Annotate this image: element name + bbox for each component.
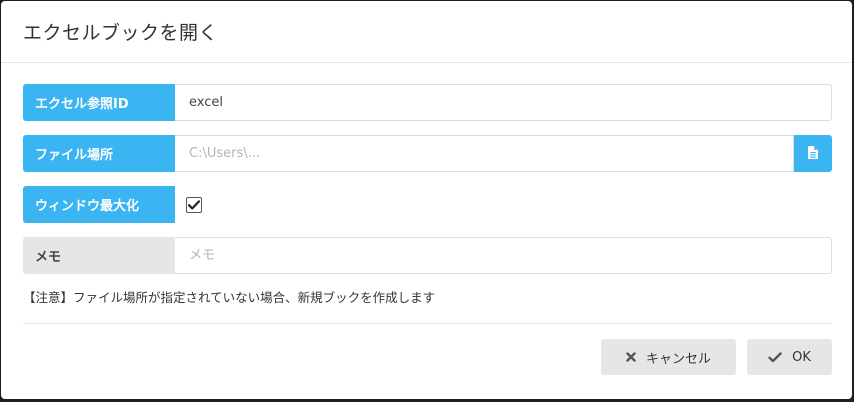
memo-input[interactable] <box>175 237 832 274</box>
excel-ref-input[interactable] <box>175 84 832 121</box>
maximize-row: ウィンドウ最大化 <box>23 186 832 223</box>
dialog-header: エクセルブックを開く <box>1 1 852 63</box>
file-location-label: ファイル場所 <box>23 135 175 172</box>
ok-button[interactable]: OK <box>747 339 832 375</box>
excel-ref-row: エクセル参照ID <box>23 84 832 121</box>
file-location-row: ファイル場所 <box>23 135 832 172</box>
maximize-label: ウィンドウ最大化 <box>23 186 175 223</box>
dialog-body: エクセル参照ID ファイル場所 ウィンドウ最大化 <box>23 84 832 310</box>
maximize-checkbox-wrap <box>175 186 832 223</box>
excel-ref-label: エクセル参照ID <box>23 84 175 121</box>
memo-row: メモ <box>23 237 832 274</box>
note-text: 【注意】ファイル場所が指定されていない場合、新規ブックを作成します <box>23 290 436 305</box>
footer-divider <box>23 323 832 324</box>
x-icon <box>626 352 636 362</box>
cancel-button[interactable]: キャンセル <box>601 339 736 375</box>
file-location-input[interactable] <box>175 135 794 172</box>
checkmark-icon <box>187 195 201 214</box>
check-icon <box>768 351 782 363</box>
document-icon <box>808 144 818 163</box>
dialog-title: エクセルブックを開く <box>23 22 219 44</box>
memo-label: メモ <box>23 237 175 274</box>
cancel-button-label: キャンセル <box>645 351 711 367</box>
open-excel-book-dialog: エクセルブックを開く エクセル参照ID ファイル場所 <box>1 1 852 399</box>
ok-button-label: OK <box>792 349 811 365</box>
browse-file-button[interactable] <box>794 135 832 172</box>
maximize-checkbox[interactable] <box>186 195 202 214</box>
dialog-footer: キャンセル OK <box>601 339 832 375</box>
